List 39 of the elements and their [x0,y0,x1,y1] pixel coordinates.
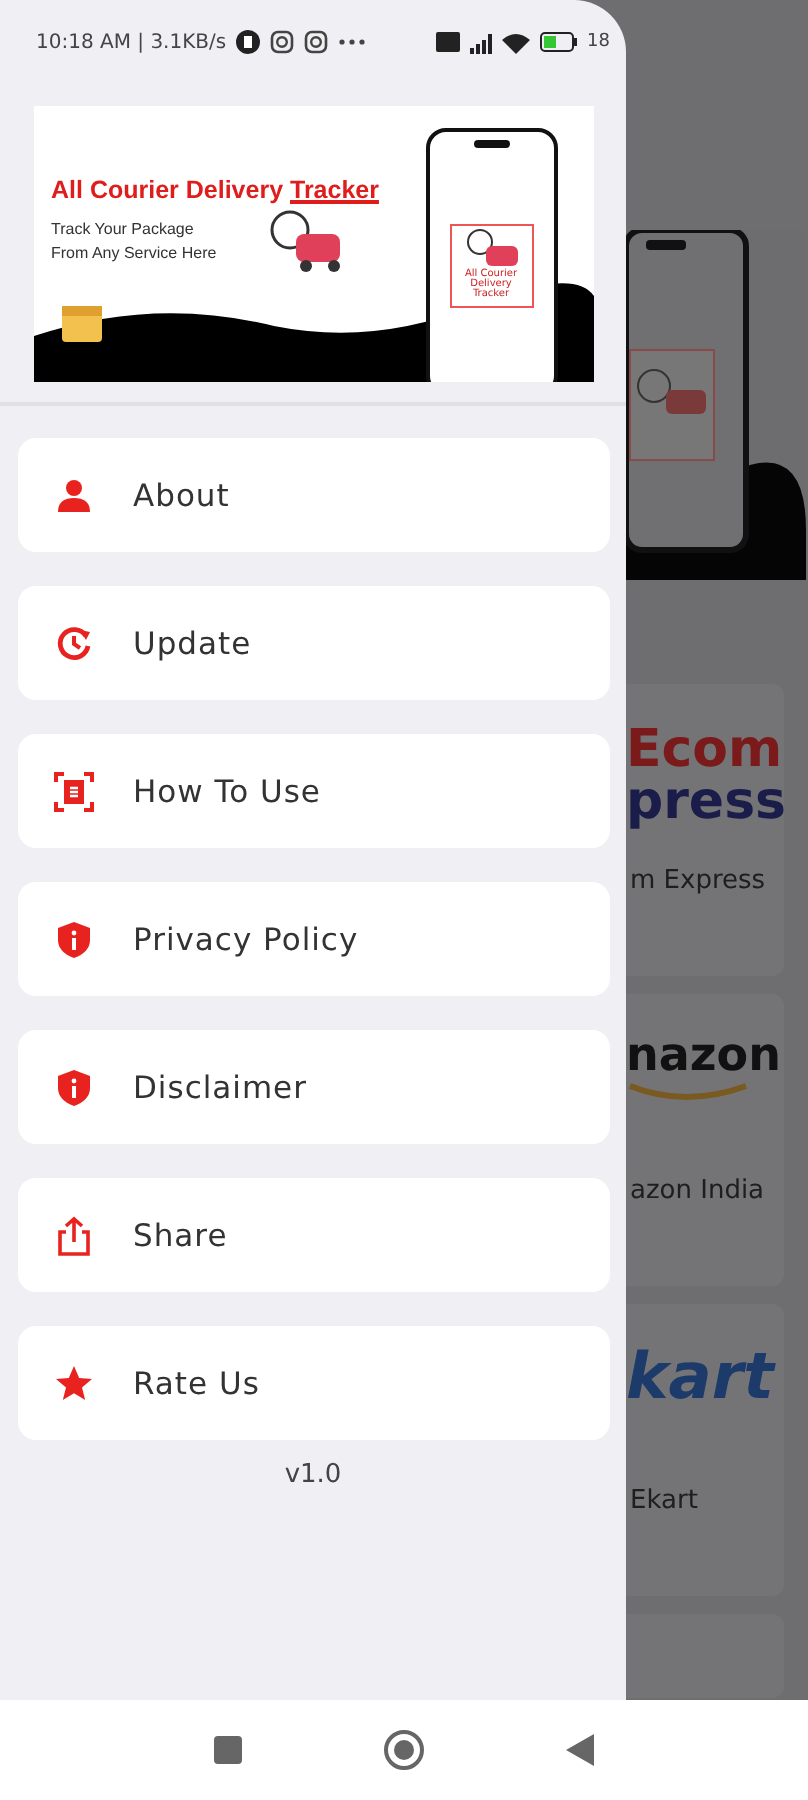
menu-item[interactable]: Disclaimer [17,1030,609,1144]
logo-text: nazon [626,1034,783,1080]
courier-name: Ekart [630,1486,700,1516]
camera-app-icon [304,30,329,54]
camera-app-icon [270,30,295,54]
menu-item[interactable]: Share [17,1178,609,1292]
courier-card[interactable]: kart Ekart [626,1304,784,1596]
signal-icon [469,31,492,53]
menu-item[interactable]: Update [17,586,609,700]
logo-text: Ecom [626,724,784,776]
wifi-icon [501,31,530,53]
courier-card[interactable]: nazon azon India [626,994,784,1286]
battery-icon [539,32,578,52]
more-icon [338,36,367,48]
menu-item[interactable]: Rate Us [17,1326,609,1440]
menu-item[interactable]: How To Use [17,734,609,848]
menu-item[interactable]: Privacy Policy [17,882,609,996]
app-notification-icon [236,30,261,54]
person-icon [53,475,93,515]
sim-icon [435,32,460,52]
status-time: 10:18 AM | 3.1KB/s [36,31,227,53]
logo-text: press [626,776,784,828]
logo-text: kart [626,1344,778,1408]
home-icon[interactable] [382,1728,426,1772]
back-icon[interactable] [566,1734,594,1766]
courier-card[interactable]: Ecom press m Express [626,684,784,976]
refresh-icon [53,623,93,663]
share-icon [53,1215,93,1255]
shield-icon [53,1067,93,1107]
battery-level: 18 [587,32,610,52]
version-text: v1.0 [284,1460,342,1490]
courier-name: m Express [630,866,768,896]
star-icon [53,1363,93,1403]
banner-title: All Courier Delivery Tracker [51,176,379,204]
courier-name: azon India [630,1176,767,1206]
banner-subtitle: Track Your Package From Any Service Here [51,218,217,265]
shield-icon [53,919,93,959]
menu-item[interactable]: About [17,438,609,552]
document-scan-icon [53,771,93,811]
